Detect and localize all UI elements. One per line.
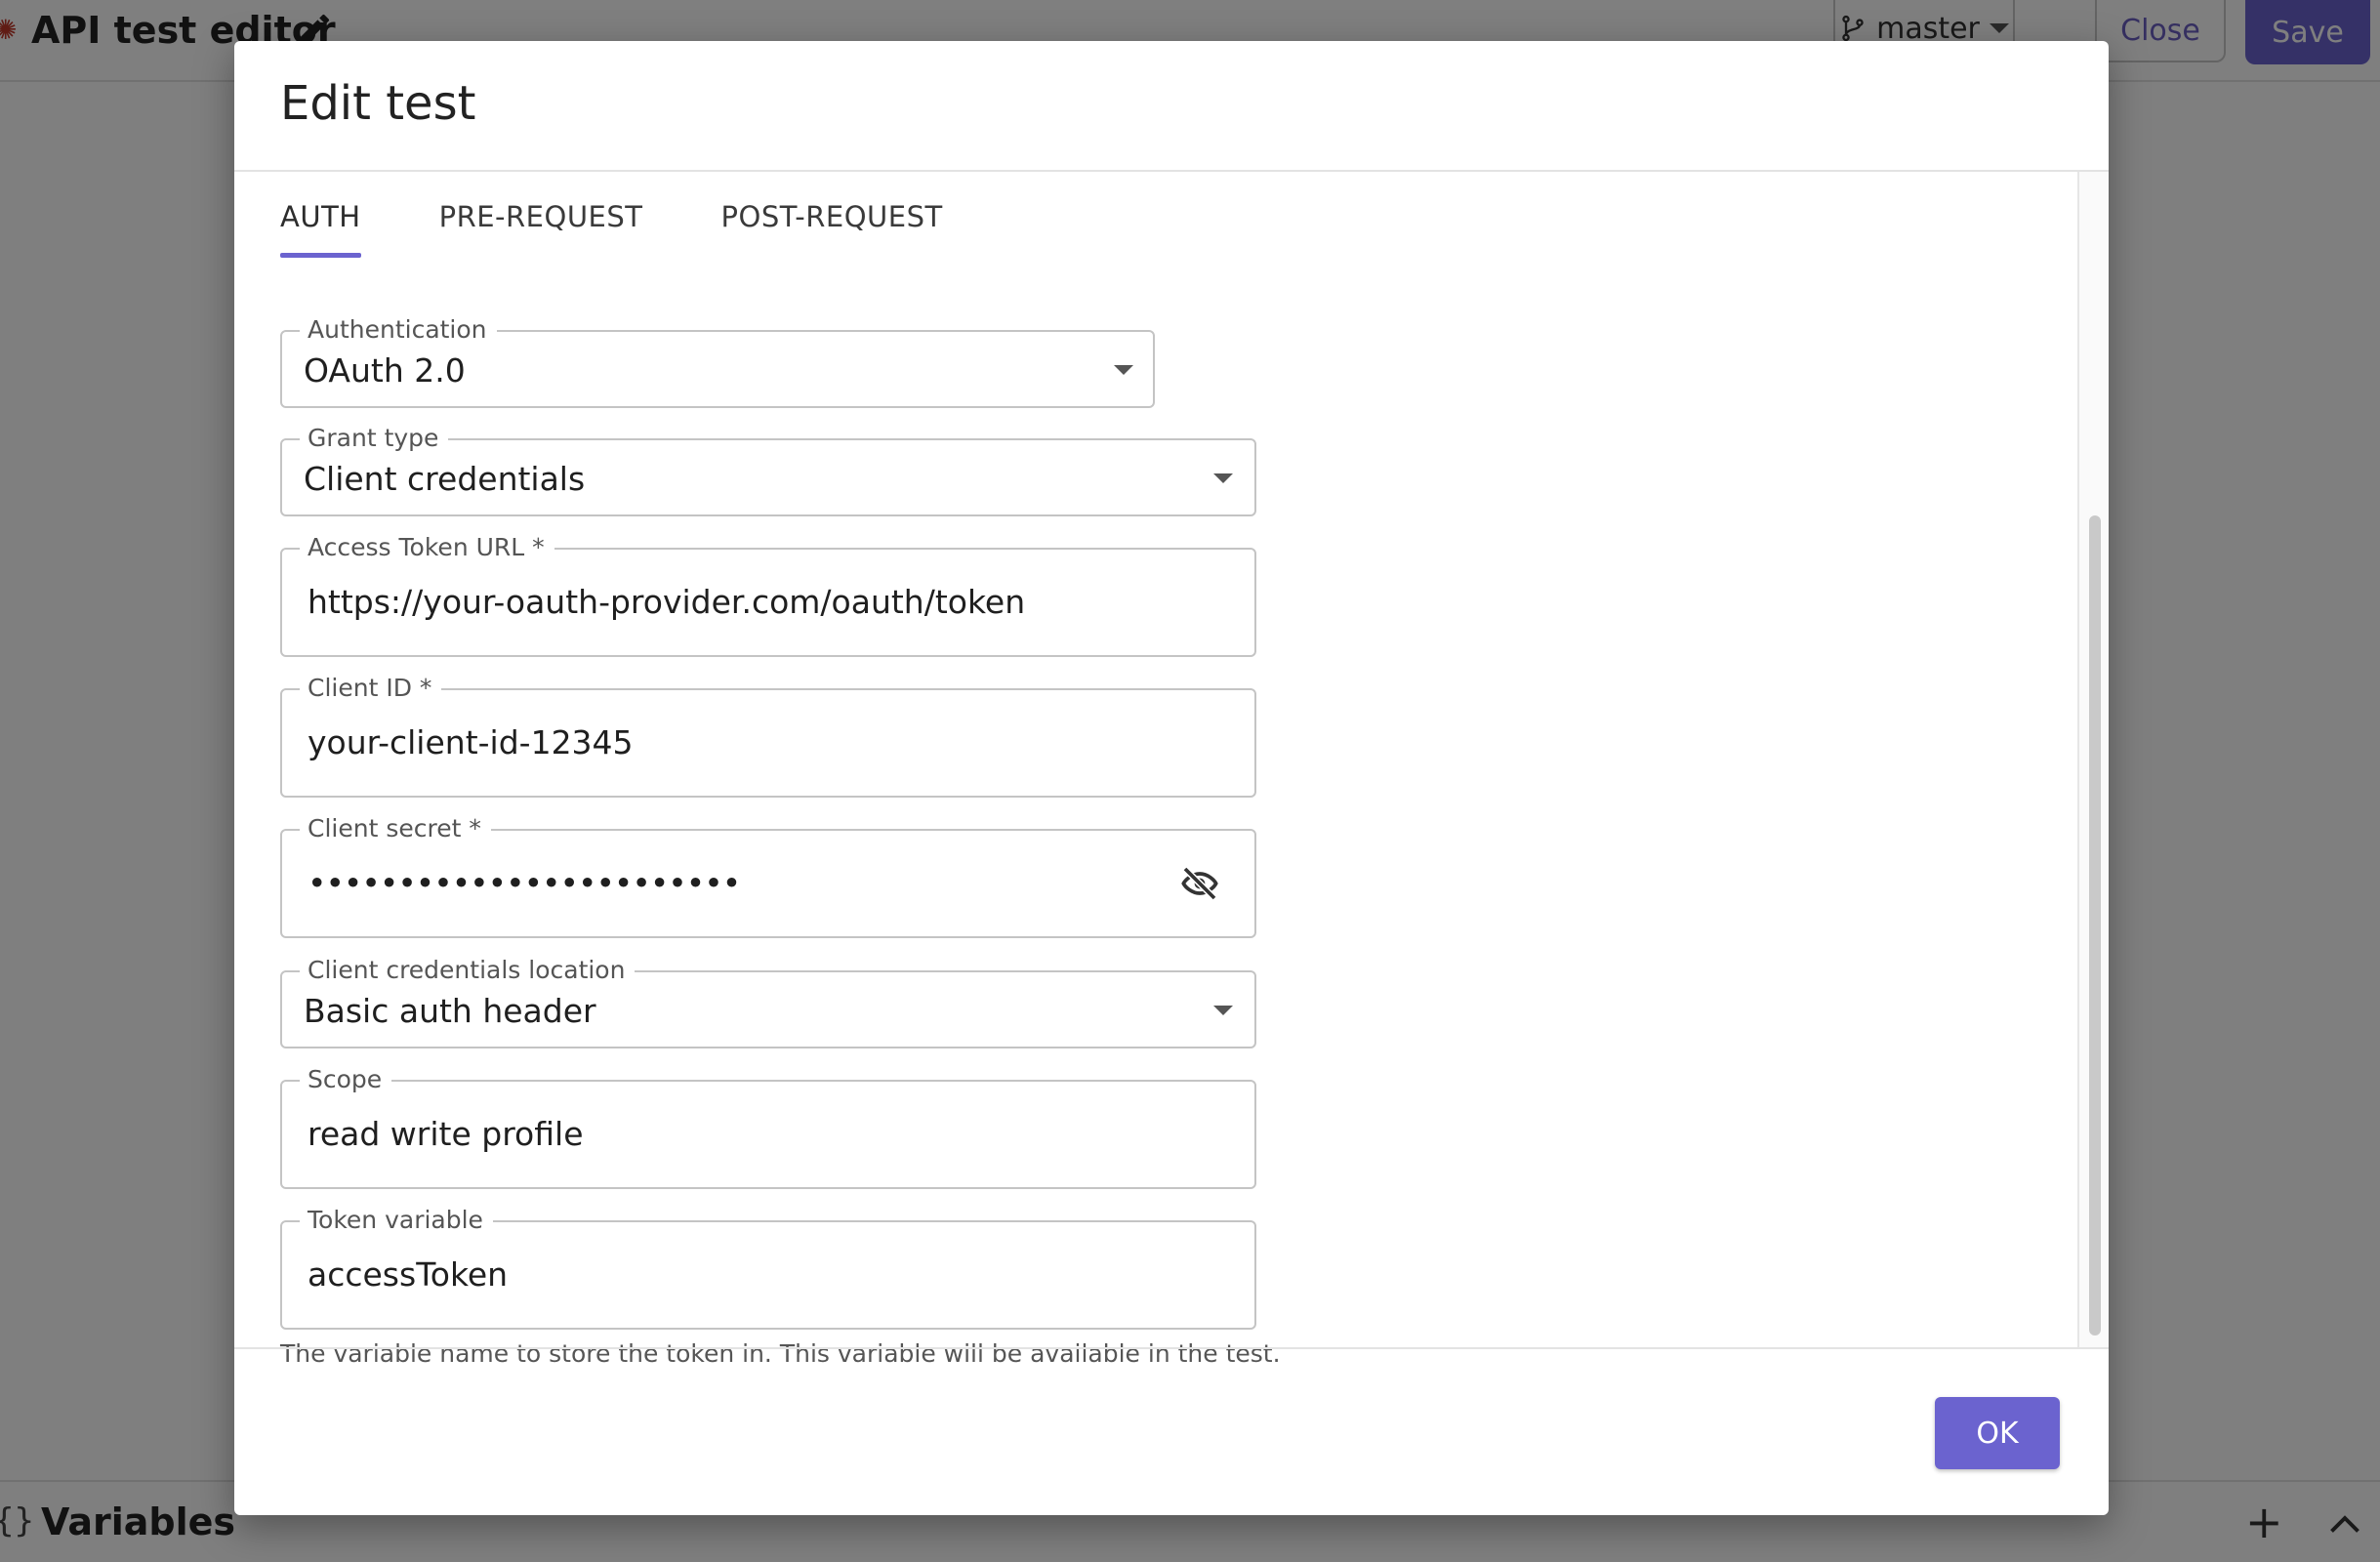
- field-value: Basic auth header: [304, 992, 596, 1030]
- field-label: Grant type: [300, 423, 449, 454]
- scope-input[interactable]: Scope read write profile: [280, 1064, 1256, 1189]
- edit-test-dialog: Edit test AUTH PRE-REQUEST POST-REQUEST …: [234, 41, 2109, 1515]
- eye-off-icon[interactable]: [1180, 864, 1219, 903]
- field-label: Access Token URL *: [300, 532, 554, 563]
- access-token-url-input[interactable]: Access Token URL * https://your-oauth-pr…: [280, 532, 1256, 657]
- field-value: your-client-id-12345: [308, 723, 634, 761]
- tab-post-request[interactable]: POST-REQUEST: [721, 172, 943, 260]
- caret-down-icon: [1114, 365, 1133, 375]
- field-label: Scope: [300, 1064, 392, 1095]
- tab-bar: AUTH PRE-REQUEST POST-REQUEST: [280, 172, 1021, 260]
- field-label: Client secret *: [300, 813, 491, 844]
- tab-auth[interactable]: AUTH: [280, 172, 361, 260]
- field-label: Client credentials location: [300, 955, 636, 986]
- token-variable-helper-text: The variable name to store the token in.…: [280, 1339, 1281, 1368]
- field-label: Client ID *: [300, 673, 442, 704]
- field-value: ••••••••••••••••••••••••: [308, 864, 741, 902]
- client-id-input[interactable]: Client ID * your-client-id-12345: [280, 673, 1256, 798]
- field-value: read write profile: [308, 1115, 584, 1153]
- scrollbar-thumb[interactable]: [2089, 515, 2101, 1336]
- dialog-title: Edit test: [280, 76, 476, 131]
- field-label: Token variable: [300, 1205, 493, 1236]
- credentials-location-select[interactable]: Client credentials location Basic auth h…: [280, 955, 1256, 1048]
- ok-button[interactable]: OK: [1935, 1397, 2060, 1469]
- field-value: Client credentials: [304, 460, 586, 498]
- grant-type-select[interactable]: Grant type Client credentials: [280, 423, 1256, 516]
- field-value: OAuth 2.0: [304, 351, 466, 390]
- field-value: https://your-oauth-provider.com/oauth/to…: [308, 583, 1026, 621]
- dialog-content: AUTH PRE-REQUEST POST-REQUEST Authentica…: [234, 172, 2079, 1368]
- scrollbar[interactable]: [2077, 172, 2109, 1347]
- caret-down-icon: [1213, 473, 1233, 483]
- tab-pre-request[interactable]: PRE-REQUEST: [439, 172, 643, 260]
- caret-down-icon: [1213, 1006, 1233, 1015]
- divider: [234, 1347, 2109, 1349]
- client-secret-input[interactable]: Client secret * ••••••••••••••••••••••••: [280, 813, 1256, 938]
- token-variable-input[interactable]: Token variable accessToken: [280, 1205, 1256, 1330]
- authentication-select[interactable]: Authentication OAuth 2.0: [280, 314, 1155, 408]
- field-label: Authentication: [300, 314, 497, 346]
- field-value: accessToken: [308, 1255, 509, 1294]
